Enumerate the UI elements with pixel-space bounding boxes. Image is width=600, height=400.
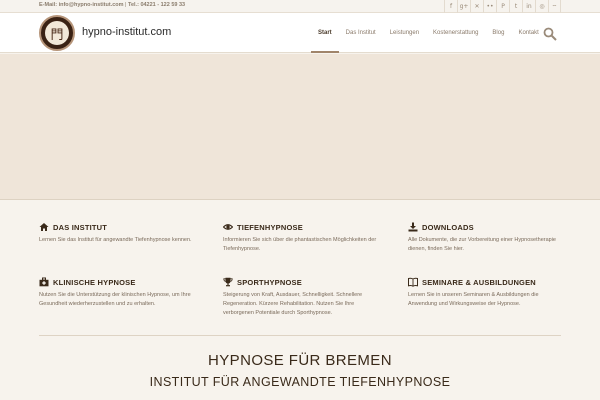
facebook-icon[interactable]: f bbox=[444, 0, 457, 13]
main-nav: Start Das Institut Leistungen Kostenerst… bbox=[311, 13, 546, 53]
social-links: f g+ ✕ •• P t in ◎ ⌔ bbox=[444, 0, 561, 13]
pinterest-icon[interactable]: P bbox=[496, 0, 509, 13]
twitter-icon[interactable]: t bbox=[509, 0, 522, 13]
search-icon[interactable] bbox=[543, 27, 557, 41]
feature-sporthypnose[interactable]: SPORTHYPNOSE Steigerung von Kraft, Ausda… bbox=[223, 277, 383, 318]
feature-text: Nutzen Sie die Unterstützung der klinisc… bbox=[39, 292, 191, 307]
nav-das-institut[interactable]: Das Institut bbox=[339, 13, 383, 53]
nav-kostenerstattung[interactable]: Kostenerstattung bbox=[426, 13, 485, 53]
feature-title: SPORTHYPNOSE bbox=[237, 277, 302, 287]
home-icon bbox=[39, 223, 49, 231]
nav-kontakt[interactable]: Kontakt bbox=[511, 13, 545, 53]
phone-number[interactable]: 04221 - 122 59 33 bbox=[140, 2, 185, 8]
page-headline: HYPNOSE FÜR BREMEN bbox=[208, 352, 392, 369]
phone-label: Tel.: bbox=[128, 2, 139, 8]
medical-kit-icon bbox=[39, 277, 49, 287]
email-link[interactable]: info@hypno-institut.com bbox=[59, 2, 124, 8]
feature-title: KLINISCHE HYPNOSE bbox=[53, 277, 136, 287]
feature-downloads[interactable]: DOWNLOADS Alle Dokumente, die zur Vorber… bbox=[408, 222, 568, 254]
nav-blog[interactable]: Blog bbox=[485, 13, 511, 53]
googleplus-icon[interactable]: g+ bbox=[457, 0, 470, 13]
hero-banner bbox=[0, 54, 600, 200]
feature-title: DAS INSTITUT bbox=[53, 222, 108, 232]
feature-tiefenhypnose[interactable]: TIEFENHYPNOSE Informieren Sie sich über … bbox=[223, 222, 383, 254]
site-logo[interactable]: 門 bbox=[39, 15, 75, 51]
feature-title: SEMINARE & AUSBILDUNGEN bbox=[422, 277, 536, 287]
book-icon bbox=[408, 277, 418, 287]
rss-icon[interactable]: ⌔ bbox=[548, 0, 561, 13]
logo-glyph: 門 bbox=[45, 21, 69, 45]
section-divider bbox=[39, 335, 561, 336]
email-label: E-Mail: bbox=[39, 2, 58, 8]
site-name[interactable]: hypno-institut.com bbox=[82, 26, 171, 38]
nav-start[interactable]: Start bbox=[311, 13, 339, 53]
page-subheadline: INSTITUT FÜR ANGEWANDTE TIEFENHYPNOSE bbox=[149, 375, 451, 389]
download-icon bbox=[408, 222, 418, 232]
feature-text: Alle Dokumente, die zur Vorbereitung ein… bbox=[408, 237, 556, 252]
feature-seminare[interactable]: SEMINARE & AUSBILDUNGEN Lernen Sie in un… bbox=[408, 277, 568, 309]
site-header: 門 hypno-institut.com Start Das Institut … bbox=[0, 13, 600, 53]
feature-title: DOWNLOADS bbox=[422, 222, 474, 232]
feature-text: Lernen Sie das Institut für angewandte T… bbox=[39, 237, 192, 243]
linkedin-icon[interactable]: in bbox=[522, 0, 535, 13]
xing-icon[interactable]: ✕ bbox=[470, 0, 483, 13]
feature-klinische-hypnose[interactable]: KLINISCHE HYPNOSE Nutzen Sie die Unterst… bbox=[39, 277, 199, 309]
contact-info: E-Mail: info@hypno-institut.com | Tel.: … bbox=[39, 2, 185, 8]
feature-text: Steigerung von Kraft, Ausdauer, Schnelli… bbox=[223, 292, 363, 316]
eye-icon bbox=[223, 224, 233, 230]
nav-leistungen[interactable]: Leistungen bbox=[383, 13, 426, 53]
flickr-icon[interactable]: •• bbox=[483, 0, 496, 13]
instagram-icon[interactable]: ◎ bbox=[535, 0, 548, 13]
feature-text: Lernen Sie in unseren Seminaren & Ausbil… bbox=[408, 292, 539, 307]
feature-title: TIEFENHYPNOSE bbox=[237, 222, 303, 232]
feature-text: Informieren Sie sich über die phantastis… bbox=[223, 237, 377, 252]
top-bar: E-Mail: info@hypno-institut.com | Tel.: … bbox=[0, 0, 600, 13]
trophy-icon bbox=[223, 277, 233, 287]
feature-das-institut[interactable]: DAS INSTITUT Lernen Sie das Institut für… bbox=[39, 222, 199, 245]
